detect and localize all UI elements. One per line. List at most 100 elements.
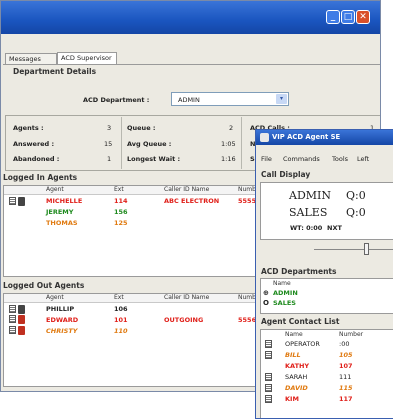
- answered-value: 15: [104, 140, 113, 148]
- answered-label: Answered :: [13, 140, 55, 148]
- contact-name[interactable]: BILL: [285, 351, 301, 359]
- minimize-button[interactable]: _: [326, 10, 340, 24]
- call-display-panel: ADMIN Q:0 SALES Q:0 WT: 0:00 NXT: [260, 182, 393, 240]
- column-agent[interactable]: Agent: [46, 186, 64, 193]
- agents-label: Agents :: [13, 124, 44, 132]
- agent-name: MICHELLE: [46, 197, 83, 205]
- tab-messages[interactable]: Messages: [5, 53, 57, 64]
- department-details-title: Department Details: [13, 67, 97, 76]
- chevron-down-icon[interactable]: ▾: [276, 94, 287, 104]
- phone-icon: [18, 315, 25, 324]
- app-icon: [260, 133, 269, 142]
- agent-ext: 156: [114, 208, 128, 216]
- vip-titlebar[interactable]: VIP ACD Agent SE: [256, 130, 393, 145]
- phone-icon: [18, 197, 25, 206]
- menu-file[interactable]: File: [261, 155, 272, 163]
- agent-name: THOMAS: [46, 219, 78, 227]
- acd-departments-title: ACD Departments: [261, 267, 337, 276]
- contact-name[interactable]: KIM: [285, 395, 299, 403]
- column-number[interactable]: Number: [339, 331, 363, 338]
- contact-name[interactable]: SARAH: [285, 373, 307, 381]
- contact-number: 105: [339, 351, 353, 359]
- unselected-marker-icon[interactable]: O: [263, 299, 269, 307]
- acd-departments-list[interactable]: Name ⊕ ADMIN O SALES: [260, 278, 393, 314]
- column-name[interactable]: Name: [273, 280, 291, 287]
- agent-contact-list-title: Agent Contact List: [261, 317, 340, 326]
- queue-count: Q:0: [346, 206, 366, 219]
- phone-icon: [18, 326, 25, 335]
- longest-wait-value: 1:16: [221, 155, 236, 163]
- acd-department-select[interactable]: ADMIN ▾: [171, 92, 289, 106]
- vip-window-title: VIP ACD Agent SE: [272, 133, 341, 141]
- menu-commands[interactable]: Commands: [283, 155, 320, 163]
- list-icon: [265, 373, 272, 381]
- call-display-title: Call Display: [261, 170, 311, 179]
- list-item[interactable]: ADMIN: [273, 289, 298, 297]
- caller-id-name: ABC ELECTRON: [164, 197, 220, 205]
- list-icon: [9, 315, 16, 323]
- list-icon: [265, 384, 272, 392]
- column-agent[interactable]: Agent: [46, 294, 64, 301]
- vip-acd-agent-window: VIP ACD Agent SE File Commands Tools Lef…: [255, 129, 393, 419]
- agent-name: JEREMY: [46, 208, 74, 216]
- contact-number: 117: [339, 395, 353, 403]
- agent-ext: 106: [114, 305, 128, 313]
- agent-name: PHILLIP: [46, 305, 75, 313]
- wait-time: WT: 0:00: [290, 224, 323, 232]
- maximize-button[interactable]: □: [341, 10, 355, 24]
- list-icon: [265, 395, 272, 403]
- line-name: ADMIN: [289, 189, 331, 202]
- menu-left[interactable]: Left: [357, 155, 369, 163]
- caller-id-name: OUTGOING: [164, 316, 204, 324]
- agent-ext: 101: [114, 316, 128, 324]
- tab-acd-supervisor[interactable]: ACD Supervisor: [57, 52, 117, 64]
- list-icon: [265, 351, 272, 359]
- contact-number: 115: [339, 384, 353, 392]
- column-caller-id-name[interactable]: Caller ID Name: [164, 294, 209, 301]
- longest-wait-label: Longest Wait :: [127, 155, 181, 163]
- abandoned-label: Abandoned :: [13, 155, 60, 163]
- phone-icon: [18, 305, 25, 314]
- column-caller-id-name[interactable]: Caller ID Name: [164, 186, 209, 193]
- list-icon: [9, 326, 16, 334]
- avg-queue-value: 1:05: [221, 140, 236, 148]
- divider: [241, 117, 242, 169]
- next-indicator: NXT: [327, 224, 342, 232]
- contact-number: 111: [339, 373, 352, 381]
- slider-track[interactable]: [314, 249, 393, 250]
- contact-name[interactable]: OPERATOR: [285, 340, 320, 348]
- tab-underline: [3, 64, 380, 65]
- acd-department-value: ADMIN: [178, 96, 200, 104]
- contact-name[interactable]: KATHY: [285, 362, 309, 370]
- queue-value: 2: [229, 124, 234, 132]
- line-name: SALES: [289, 206, 328, 219]
- contact-name[interactable]: DAVID: [285, 384, 308, 392]
- agent-contact-list[interactable]: Name Number OPERATOR :00 BILL 105 KATHY …: [260, 329, 393, 418]
- list-icon: [9, 305, 16, 313]
- column-name[interactable]: Name: [285, 331, 303, 338]
- divider: [121, 117, 122, 169]
- menu-tools[interactable]: Tools: [332, 155, 348, 163]
- queue-label: Queue :: [127, 124, 156, 132]
- logged-out-agents-title: Logged Out Agents: [3, 281, 85, 290]
- column-ext[interactable]: Ext: [114, 294, 124, 301]
- queue-count: Q:0: [346, 189, 366, 202]
- abandoned-value: 1: [107, 155, 112, 163]
- logged-in-agents-title: Logged In Agents: [3, 173, 78, 182]
- selected-marker-icon[interactable]: ⊕: [263, 289, 269, 297]
- contact-number: 107: [339, 362, 353, 370]
- agent-name: EDWARD: [46, 316, 79, 324]
- acd-department-label: ACD Department :: [83, 96, 150, 104]
- agents-value: 3: [107, 124, 112, 132]
- agent-ext: 114: [114, 197, 128, 205]
- close-button[interactable]: ✕: [356, 10, 370, 24]
- agent-ext: 125: [114, 219, 128, 227]
- main-titlebar[interactable]: [1, 1, 380, 34]
- slider-thumb[interactable]: [364, 243, 369, 255]
- list-item[interactable]: SALES: [273, 299, 296, 307]
- agent-name: CHRISTY: [46, 327, 78, 335]
- list-icon: [265, 340, 272, 348]
- avg-queue-label: Avg Queue :: [127, 140, 172, 148]
- column-ext[interactable]: Ext: [114, 186, 124, 193]
- contact-number: :00: [339, 340, 350, 348]
